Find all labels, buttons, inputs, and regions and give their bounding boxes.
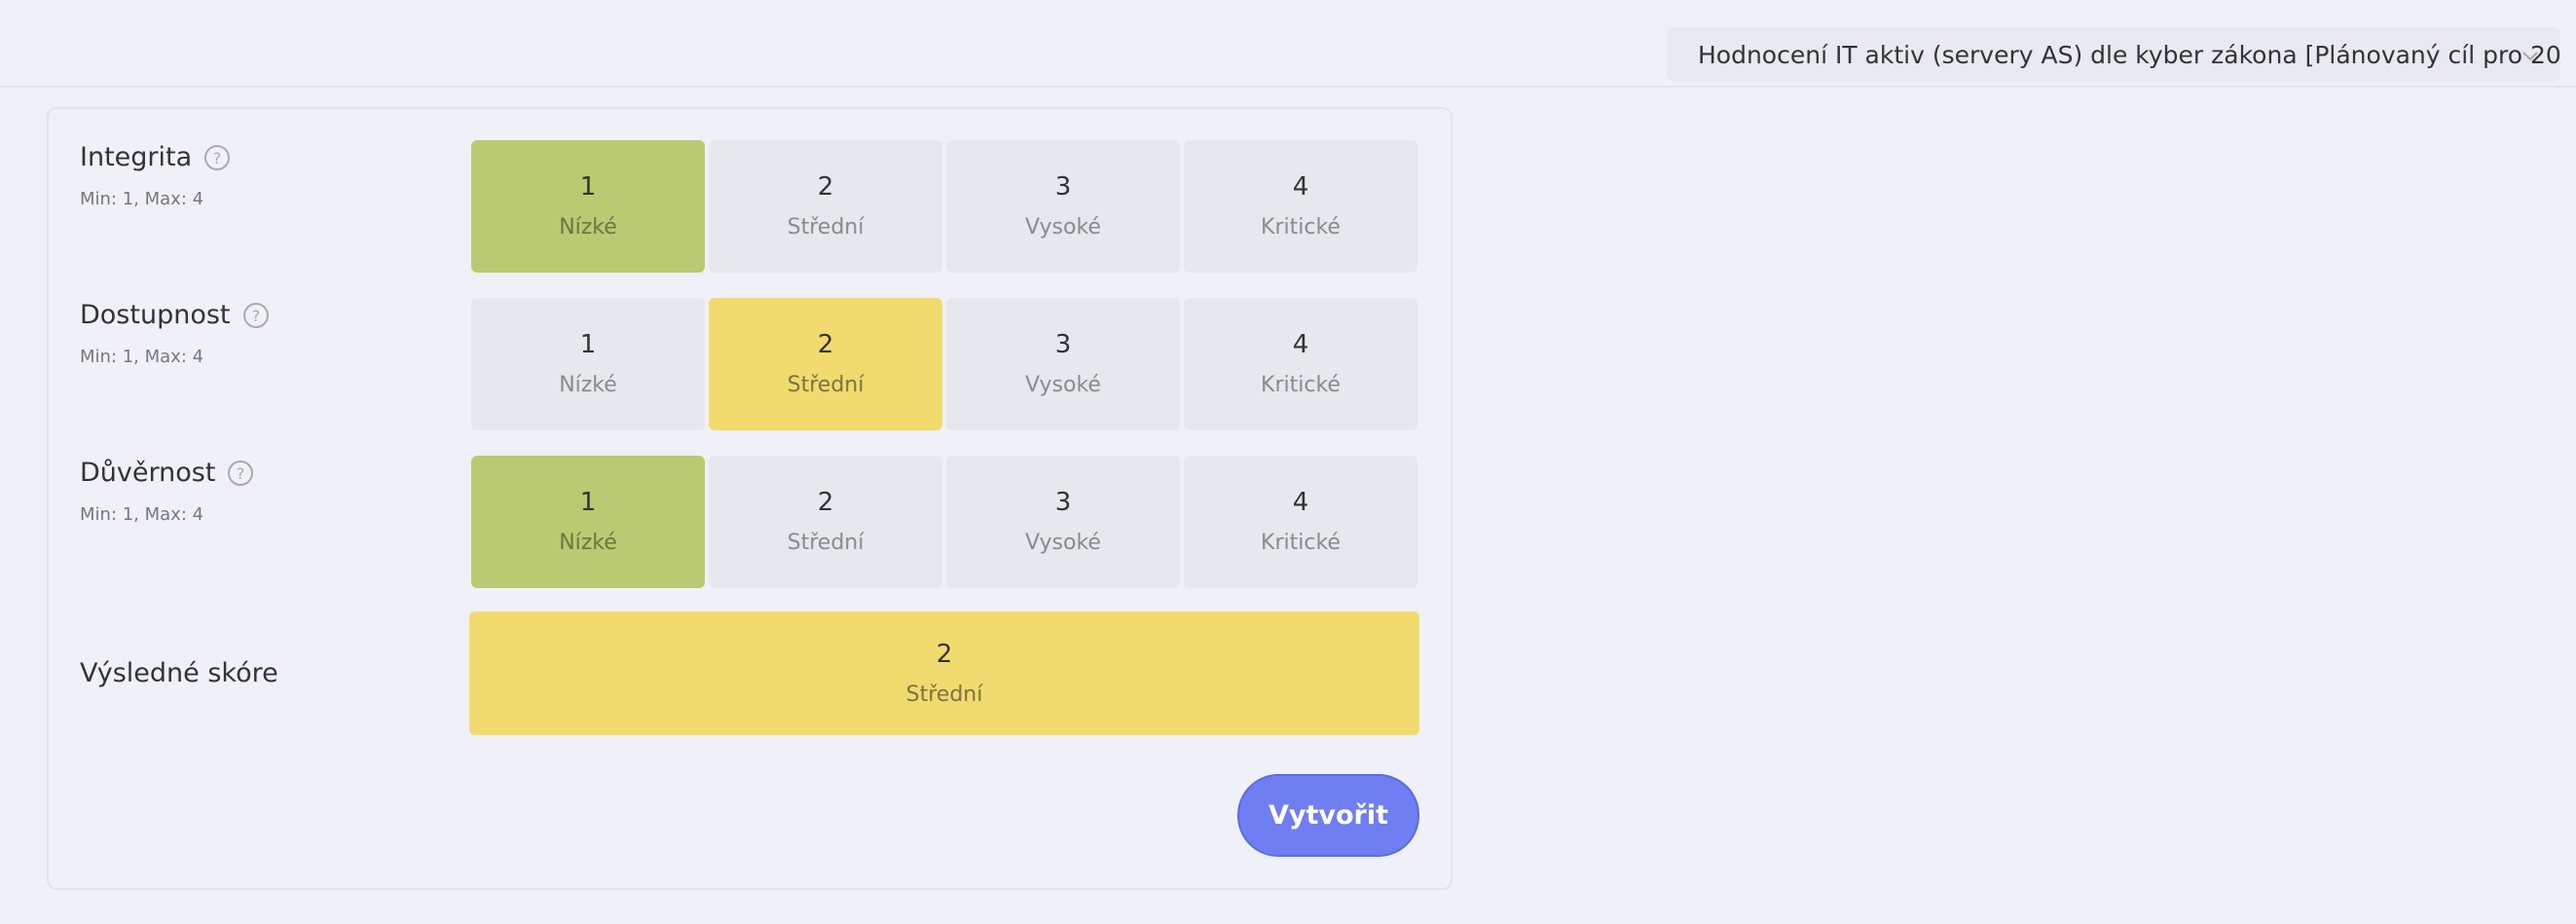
chevron-down-icon [2522, 52, 2538, 61]
option-label: Vysoké [1025, 373, 1101, 397]
row-label-dostupnost: Dostupnost ? [80, 300, 270, 330]
row-label-integrita: Integrita ? [80, 142, 231, 172]
option-label: Střední [787, 215, 865, 240]
option-label: Kritické [1261, 215, 1341, 240]
result-score-value-label: Střední [905, 682, 983, 707]
row-title: Dostupnost [80, 300, 231, 330]
option-integrita-2[interactable]: 2 Střední [709, 140, 942, 273]
create-button[interactable]: Vytvořit [1237, 774, 1419, 857]
result-score-number: 2 [936, 639, 953, 669]
result-score-box: 2 Střední [469, 611, 1419, 735]
svg-text:?: ? [251, 307, 260, 325]
option-label: Vysoké [1025, 531, 1101, 555]
option-dostupnost-2[interactable]: 2 Střední [709, 298, 942, 430]
option-duvernost-1[interactable]: 1 Nízké [471, 456, 705, 588]
assessment-dropdown[interactable]: Hodnocení IT aktiv (servery AS) dle kybe… [1667, 27, 2560, 82]
option-number: 4 [1292, 330, 1309, 359]
option-number: 1 [579, 330, 597, 359]
help-icon[interactable]: ? [227, 460, 254, 487]
option-number: 1 [579, 172, 597, 202]
option-integrita-3[interactable]: 3 Vysoké [946, 140, 1180, 273]
option-dostupnost-1[interactable]: 1 Nízké [471, 298, 705, 430]
option-number: 4 [1292, 172, 1309, 202]
row-title: Integrita [80, 142, 193, 172]
row-title: Důvěrnost [80, 458, 216, 488]
row-label-duvernost: Důvěrnost ? [80, 458, 254, 488]
row-range: Min: 1, Max: 4 [80, 347, 204, 367]
top-bar: Hodnocení IT aktiv (servery AS) dle kybe… [0, 0, 2576, 88]
help-icon[interactable]: ? [242, 302, 270, 329]
option-number: 2 [817, 330, 834, 359]
option-duvernost-3[interactable]: 3 Vysoké [946, 456, 1180, 588]
option-dostupnost-3[interactable]: 3 Vysoké [946, 298, 1180, 430]
option-label: Nízké [559, 531, 617, 555]
option-integrita-4[interactable]: 4 Kritické [1184, 140, 1417, 273]
help-icon[interactable]: ? [203, 144, 231, 171]
option-duvernost-2[interactable]: 2 Střední [709, 456, 942, 588]
option-number: 2 [817, 488, 834, 517]
svg-text:?: ? [237, 464, 245, 483]
assessment-dropdown-value: Hodnocení IT aktiv (servery AS) dle kybe… [1698, 40, 2560, 69]
option-label: Střední [787, 531, 865, 555]
option-number: 3 [1054, 488, 1072, 517]
option-number: 2 [817, 172, 834, 202]
svg-text:?: ? [213, 149, 222, 167]
option-integrita-1[interactable]: 1 Nízké [471, 140, 705, 273]
option-label: Kritické [1261, 373, 1341, 397]
option-label: Nízké [559, 215, 617, 240]
option-label: Nízké [559, 373, 617, 397]
option-label: Střední [787, 373, 865, 397]
option-label: Vysoké [1025, 215, 1101, 240]
option-number: 3 [1054, 172, 1072, 202]
option-dostupnost-4[interactable]: 4 Kritické [1184, 298, 1417, 430]
row-range: Min: 1, Max: 4 [80, 189, 204, 209]
result-score-label: Výsledné skóre [80, 658, 278, 688]
option-number: 1 [579, 488, 597, 517]
option-number: 4 [1292, 488, 1309, 517]
option-duvernost-4[interactable]: 4 Kritické [1184, 456, 1417, 588]
option-number: 3 [1054, 330, 1072, 359]
row-range: Min: 1, Max: 4 [80, 504, 204, 525]
option-label: Kritické [1261, 531, 1341, 555]
